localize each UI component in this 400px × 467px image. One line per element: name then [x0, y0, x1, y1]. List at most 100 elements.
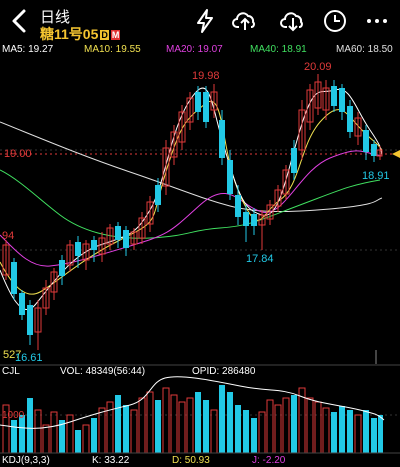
volume-bar [162, 387, 170, 454]
opid-value: OPID: 286480 [192, 366, 256, 377]
candle [19, 290, 25, 320]
candle [138, 212, 146, 244]
volume-bar [331, 412, 337, 453]
candle [347, 100, 353, 138]
candle [11, 258, 17, 300]
candle [162, 140, 170, 195]
volume-bar [219, 385, 225, 453]
volume-bar [91, 418, 97, 453]
volume-axis-value: 1000 [2, 410, 25, 421]
volume-bar [155, 400, 161, 453]
clock-icon[interactable] [322, 8, 348, 34]
candle [27, 300, 33, 345]
low-price-label: 17.84 [246, 253, 274, 265]
volume-bar [11, 420, 17, 453]
candle [203, 86, 209, 128]
contract-symbol: 糖11号05 [40, 26, 99, 42]
low-price-label-2: 16.61 [15, 352, 43, 364]
candle [195, 86, 201, 120]
price-level-label: 19.00 [4, 148, 32, 160]
candle [178, 105, 186, 150]
ma-legend: MA5: 19.27 MA10: 19.55 MA20: 19.07 MA40:… [0, 44, 400, 58]
high-price-label-2: 20.09 [304, 61, 332, 73]
flash-icon[interactable] [192, 8, 218, 34]
volume-bar [123, 405, 129, 453]
volume-bar [306, 397, 314, 454]
volume-bar [50, 411, 58, 454]
cjl-title[interactable]: CJL [2, 366, 20, 377]
kdj-title[interactable]: KDJ(9,3,3) [2, 455, 50, 466]
volume-bar [178, 401, 186, 454]
candle [186, 92, 194, 130]
ma40-value: MA40: 18.91 [250, 44, 307, 55]
volume-bar [42, 424, 50, 454]
candle [75, 236, 81, 268]
volume-bar [82, 424, 90, 454]
candle [210, 84, 218, 118]
volume-bar [210, 409, 218, 454]
volume-bar [314, 401, 322, 454]
volume-bar [195, 392, 201, 453]
volume-bar [243, 410, 249, 453]
candle [66, 240, 74, 272]
volume-bar [251, 418, 257, 453]
volume-bar [75, 430, 81, 453]
more-icon[interactable] [364, 8, 390, 34]
volume-bar [34, 409, 42, 454]
candle [363, 125, 369, 160]
volume-bar [258, 411, 266, 454]
candle [115, 222, 121, 248]
back-icon[interactable] [8, 6, 32, 36]
volume-bar [115, 395, 121, 453]
volume-bar [339, 406, 345, 453]
volume-bar [138, 397, 146, 454]
high-price-label: 19.98 [192, 70, 220, 82]
candle [2, 240, 10, 280]
opid-line [0, 376, 385, 429]
volume-bar [266, 399, 274, 454]
ma40-line [0, 169, 381, 239]
volume-bar [274, 404, 282, 454]
ma60-value: MA60: 18.50 [336, 44, 393, 55]
candle [98, 232, 106, 262]
candle [235, 185, 241, 225]
candle [34, 300, 42, 350]
volume-bar [203, 400, 209, 453]
ma20-line [0, 150, 383, 267]
volume-bar [170, 394, 178, 454]
volume-bars [2, 385, 383, 454]
cloud-download-icon[interactable] [280, 8, 306, 34]
candle [331, 80, 337, 112]
volume-bar [378, 415, 383, 453]
kdj-k-value: K: 33.22 [92, 455, 130, 466]
price-level-label-left: 94 [2, 230, 15, 242]
candle [59, 255, 65, 285]
candle [91, 236, 97, 262]
volume-bar [227, 392, 233, 453]
candle [123, 226, 129, 256]
volume-bar [235, 405, 241, 453]
volume-bar [363, 410, 369, 453]
price-arrow-icon [392, 150, 400, 158]
ma60-line [0, 121, 383, 212]
badge-d: D [100, 30, 109, 41]
kdj-j-value: J: -2.20 [252, 455, 286, 466]
kline-chart[interactable] [0, 58, 400, 467]
candle [82, 240, 90, 270]
badge-m: M [110, 30, 121, 41]
cloud-upload-icon[interactable] [232, 8, 258, 34]
kdj-d-value: D: 50.93 [172, 455, 210, 466]
candle [227, 150, 233, 200]
volume-bar [354, 414, 362, 454]
candle [219, 110, 225, 165]
volume-bar [130, 409, 138, 454]
vol-value: VOL: 48349(56:44) [60, 366, 146, 377]
volume-bar [371, 418, 377, 453]
candle [42, 280, 50, 315]
candle [339, 84, 345, 120]
volume-bar [186, 397, 194, 454]
candle [282, 165, 290, 200]
candle [251, 208, 257, 235]
header-bar: 日线 糖11号05 D M [0, 0, 400, 42]
ma5-value: MA5: 19.27 [2, 44, 54, 55]
